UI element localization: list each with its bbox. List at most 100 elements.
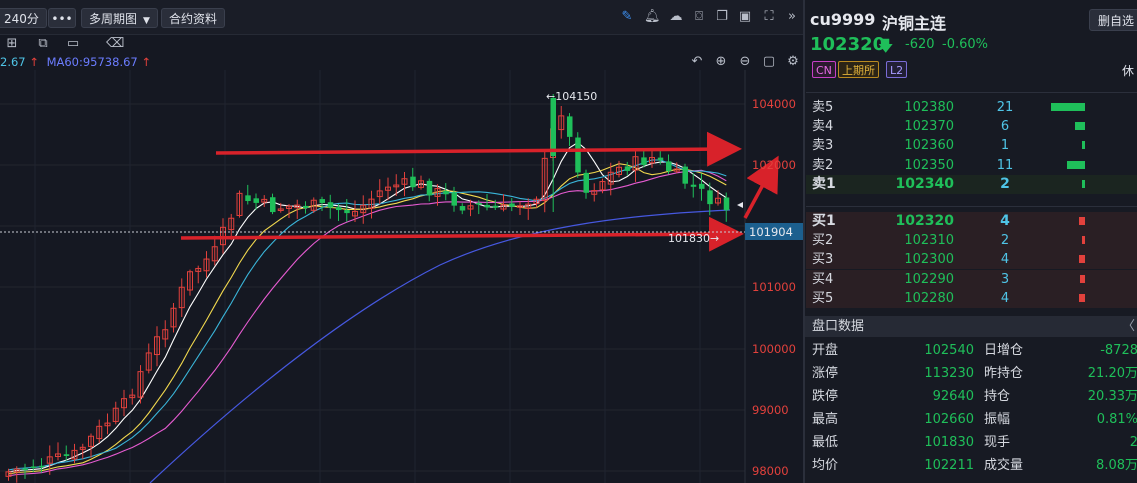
down-arrow-icon: 🡇 [878, 37, 894, 55]
bid-level-label: 买5 [812, 291, 834, 306]
bid-level-label: 买2 [812, 233, 834, 248]
ask-volume: 2 [1000, 176, 1010, 192]
ask-level-label: 卖1 [812, 176, 836, 192]
bid-price: 102280 [904, 291, 954, 306]
stats-row: 开盘 102540 日增仓 -8728 [806, 339, 1137, 362]
ask-row[interactable]: 卖5 102380 21 [806, 98, 1137, 117]
stat-label: 涨停 [812, 366, 839, 381]
copy-icon[interactable]: ❐ [714, 9, 730, 25]
candle-body [666, 161, 672, 172]
camera-icon[interactable]: ⌼ [691, 9, 707, 25]
y-tick-label: 98000 [752, 464, 789, 478]
candle-body [63, 454, 70, 456]
stat-label: 日增仓 [984, 343, 1024, 358]
ask-row[interactable]: 卖2 102350 11 [806, 156, 1137, 175]
stat-label: 开盘 [812, 343, 839, 358]
ask-price: 102360 [904, 138, 954, 153]
support-arrow-line [180, 216, 744, 252]
last-price: 102320 [810, 34, 886, 55]
stat-value: 102660 [924, 412, 974, 427]
stat-label: 最低 [812, 435, 839, 450]
bid-row[interactable]: 买4 102290 3 [806, 270, 1137, 289]
symbol-code: cu9999 [810, 10, 876, 29]
stats-row: 涨停 113230 昨持仓 21.20万 [806, 362, 1137, 385]
bid-row[interactable]: 买3 102300 4 [806, 250, 1137, 269]
ask-volume-bar [1051, 103, 1085, 111]
zoom-out-icon[interactable]: ⊖ [738, 55, 752, 69]
ask-price: 102380 [904, 100, 954, 115]
period-selector-button[interactable]: 240分 [0, 8, 47, 28]
bid-row[interactable]: 买1 102320 4 [806, 212, 1137, 231]
undo-icon[interactable]: ↶ [690, 55, 704, 69]
candle-body [699, 183, 705, 189]
settings-gear-icon[interactable]: ⚙ [786, 55, 800, 69]
comment-icon[interactable]: ▭ [65, 36, 81, 52]
candle-body [426, 180, 433, 196]
eraser-icon[interactable]: ⌫ [106, 36, 124, 52]
high-label: ←104150 [546, 90, 597, 103]
candle-body [624, 166, 631, 171]
grid-icon[interactable]: ⊞ [4, 36, 20, 52]
candle-body [303, 205, 309, 209]
ask-volume-bar [1067, 161, 1085, 169]
y-tick-label: 99000 [752, 403, 789, 417]
market-tag: CN [812, 61, 836, 78]
ma60-line [149, 209, 731, 483]
ma-legend: 2.67 ↑ MA60:95738.67 ↑ [0, 55, 151, 69]
zoom-in-icon[interactable]: ⊕ [714, 55, 728, 69]
candle-body [443, 191, 449, 195]
candle-body [583, 172, 589, 193]
layout-icon[interactable]: ▣ [737, 9, 753, 25]
price-pointer-icon [737, 202, 743, 208]
fullscreen-icon[interactable]: ⛶ [761, 9, 777, 25]
multi-period-button[interactable]: 多周期图 ▼ [81, 8, 158, 28]
stat-value: 20.33万 [1087, 389, 1137, 404]
market-status: 休 [1122, 64, 1135, 78]
remove-watchlist-button[interactable]: 删自选 [1089, 9, 1137, 31]
candle-body [451, 192, 457, 206]
ask-volume: 21 [996, 100, 1014, 115]
ask-price: 102370 [904, 119, 954, 134]
draw-pencil-icon[interactable]: ✎ [619, 9, 635, 25]
ask-row[interactable]: 卖1 102340 2 [806, 175, 1137, 194]
cloud-icon[interactable]: ☁ [668, 9, 684, 25]
ask-row[interactable]: 卖3 102360 1 [806, 136, 1137, 155]
chevron-left-icon[interactable]: 〈 [1122, 316, 1135, 337]
candle-body [575, 137, 581, 173]
bid-volume-bar [1079, 294, 1085, 302]
bid-level-label: 买1 [812, 213, 836, 229]
fit-icon[interactable]: ▢ [762, 55, 776, 69]
stat-value: 113230 [924, 366, 974, 381]
ask-level-label: 卖3 [812, 138, 834, 153]
stat-label: 振幅 [984, 412, 1011, 427]
stats-section-title[interactable]: 盘口数据 〈 [805, 316, 1137, 337]
ask-row[interactable]: 卖4 102370 6 [806, 117, 1137, 136]
ma-prev-value: 2.67 [0, 55, 26, 69]
ask-level-label: 卖5 [812, 100, 834, 115]
bid-row[interactable]: 买2 102310 2 [806, 231, 1137, 250]
candle-body [657, 157, 664, 161]
stat-label: 最高 [812, 412, 839, 427]
chevron-down-icon: ▼ [143, 16, 150, 26]
stats-row: 跌停 92640 持仓 20.33万 [806, 385, 1137, 408]
candle-body [336, 207, 342, 211]
contract-info-button[interactable]: 合约资料 [161, 8, 226, 28]
candle-body [344, 210, 350, 214]
alert-bell-icon[interactable]: 🔔︎ [644, 9, 661, 25]
collapse-icon[interactable]: » [784, 9, 800, 25]
candle-body [410, 176, 416, 188]
external-link-icon[interactable]: ⧉ [35, 36, 51, 52]
stat-label: 昨持仓 [984, 366, 1024, 381]
candle-body [476, 202, 482, 205]
bid-row[interactable]: 买5 102280 4 [806, 289, 1137, 308]
ask-price: 102350 [904, 158, 954, 173]
candle-body [319, 199, 325, 203]
candle-body [270, 197, 276, 213]
candlestick-chart[interactable]: ←104150 101830→ 104000 102000 101000 100000 9… [0, 70, 803, 483]
more-button[interactable]: ••• [48, 8, 76, 28]
candle-body [22, 468, 28, 471]
y-tick-label: 101000 [752, 280, 796, 294]
drawing-toolbar: ⊞ ⧉ ▭ ⌫ [0, 34, 803, 54]
stat-label: 现手 [984, 435, 1011, 450]
symbol-name: 沪铜主连 [882, 14, 947, 33]
